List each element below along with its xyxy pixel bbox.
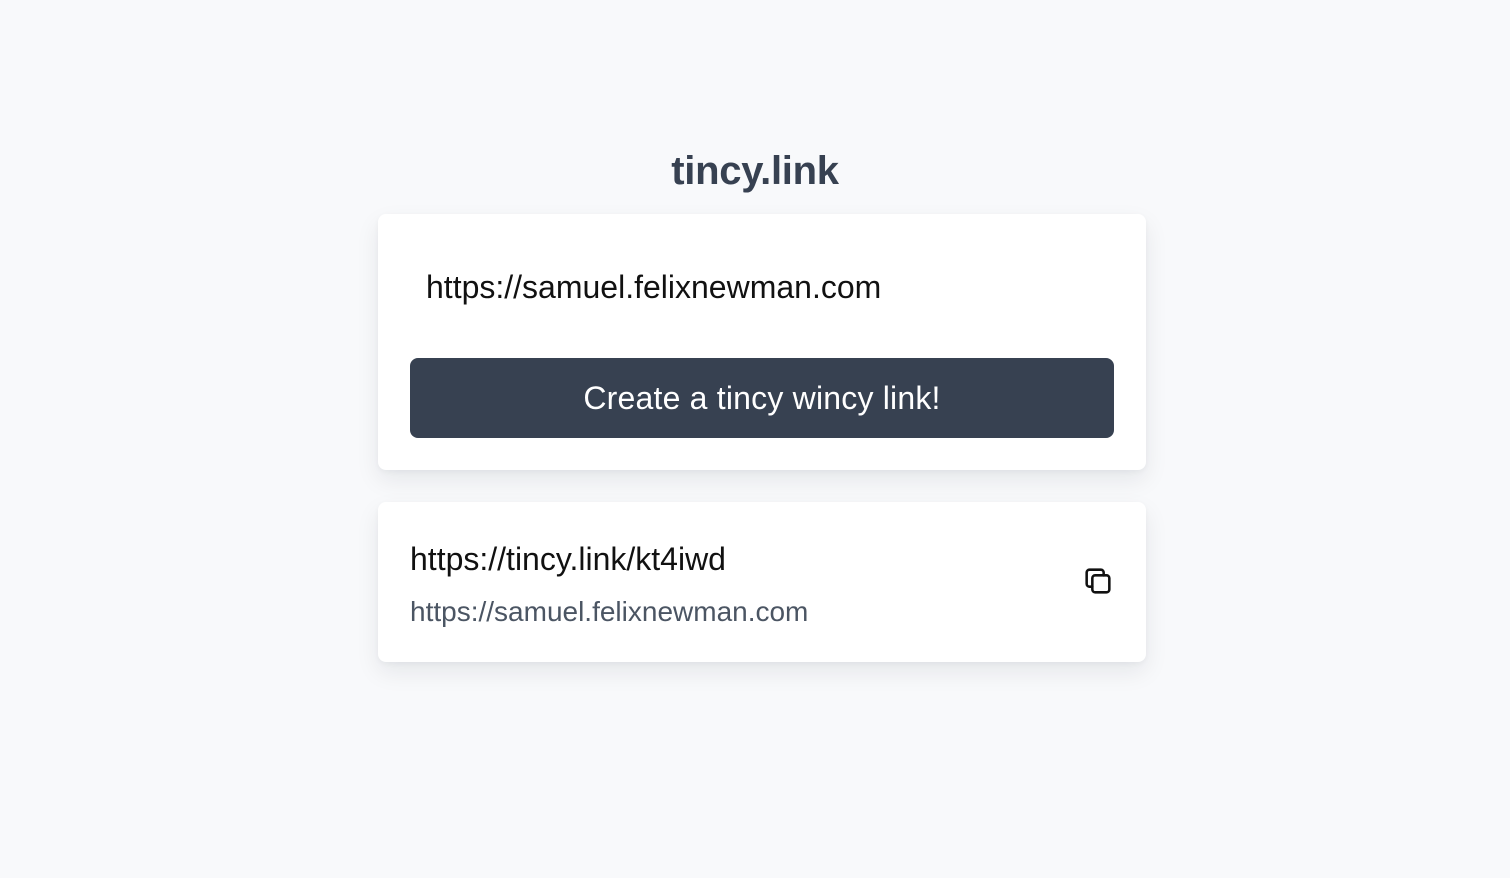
page: tincy.link Create a tincy wincy link! ht… xyxy=(0,0,1510,878)
copy-icon xyxy=(1081,564,1115,601)
result-card xyxy=(378,502,1146,662)
url-input[interactable] xyxy=(410,258,1114,316)
short-link[interactable]: https://tincy.link/kt4iwd xyxy=(410,538,726,580)
app-title: tincy.link xyxy=(671,149,839,193)
create-link-button[interactable]: Create a tincy wincy link! xyxy=(410,358,1114,438)
copy-button[interactable] xyxy=(1078,562,1118,602)
original-url: https://samuel.felixnewman.com xyxy=(410,596,809,627)
